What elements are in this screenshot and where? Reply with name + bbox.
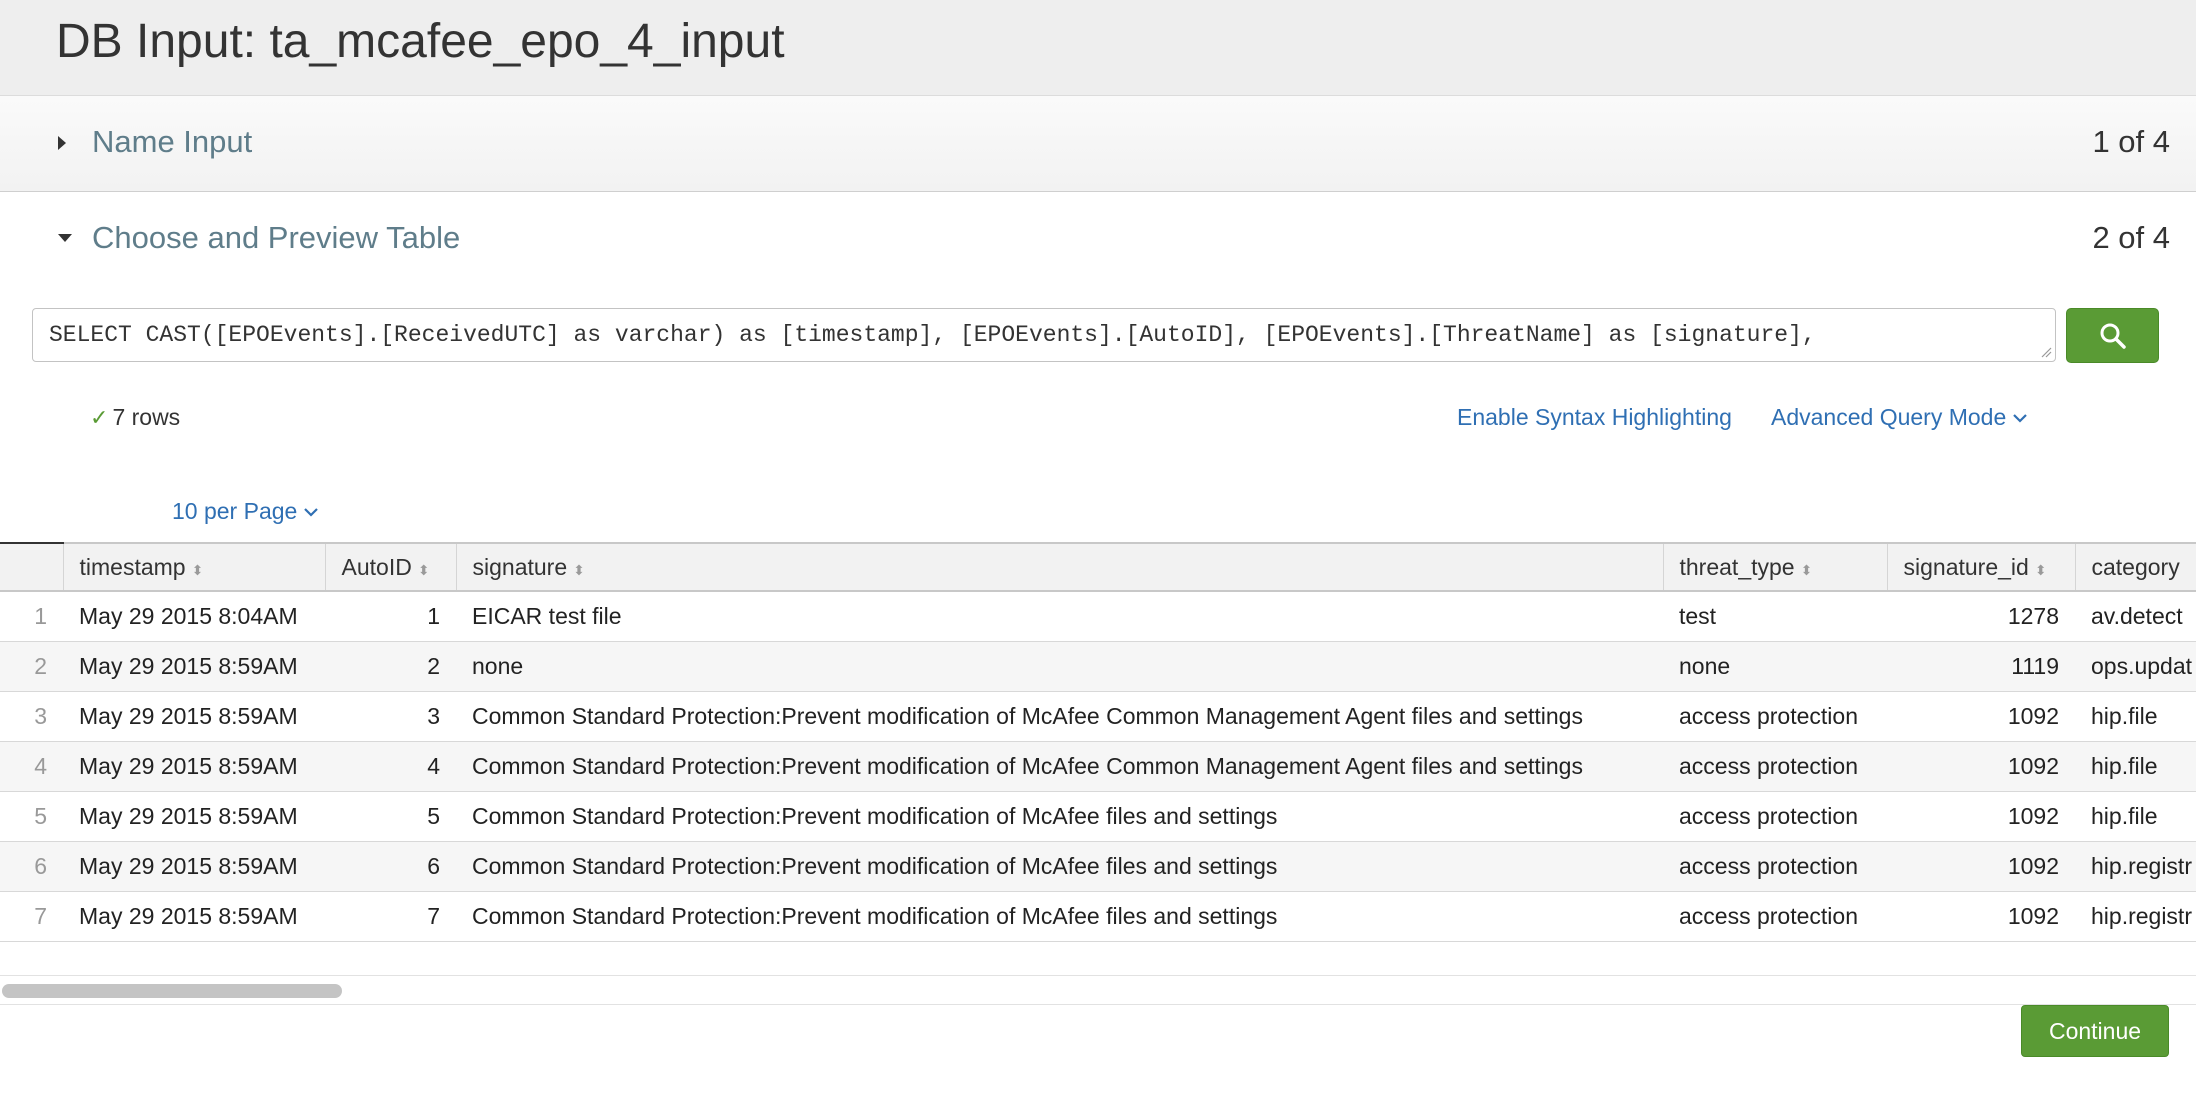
- row-number: 7: [0, 891, 63, 942]
- section-choose-preview-table[interactable]: Choose and Preview Table 2 of 4: [0, 192, 2196, 288]
- cell-signature: Common Standard Protection:Prevent modif…: [456, 891, 1663, 942]
- section-title[interactable]: Name Input: [92, 124, 252, 160]
- cell-threat-type: access protection: [1663, 691, 1887, 742]
- cell-threat-type: access protection: [1663, 791, 1887, 842]
- search-button[interactable]: [2066, 308, 2159, 363]
- horizontal-scrollbar[interactable]: [0, 975, 2196, 1005]
- caret-right-icon[interactable]: [58, 136, 66, 150]
- cell-signature: EICAR test file: [456, 591, 1663, 642]
- cell-threat-type: access protection: [1663, 891, 1887, 942]
- cell-signature-id: 1092: [1887, 791, 2075, 842]
- sort-icon: ⬍: [2034, 561, 2047, 578]
- row-number: 6: [0, 841, 63, 892]
- table-row: 7 May 29 2015 8:59AM 7 Common Standard P…: [0, 891, 2196, 942]
- cell-signature: Common Standard Protection:Prevent modif…: [456, 741, 1663, 792]
- continue-button[interactable]: Continue: [2021, 1005, 2169, 1057]
- row-number-header: [0, 542, 63, 592]
- column-header-signature[interactable]: signature ⬍: [455, 542, 1663, 592]
- cell-signature-id: 1092: [1887, 741, 2075, 792]
- cell-threat-type: test: [1663, 591, 1887, 642]
- cell-autoid: 2: [325, 641, 456, 692]
- section-title[interactable]: Choose and Preview Table: [92, 220, 460, 256]
- cell-threat-type: access protection: [1663, 841, 1887, 892]
- column-header-signature-id[interactable]: signature_id ⬍: [1886, 542, 2075, 592]
- row-number: 1: [0, 591, 63, 642]
- sort-icon: ⬍: [417, 561, 430, 578]
- table-row: 2 May 29 2015 8:59AM 2 none none 1119 op…: [0, 641, 2196, 692]
- cell-signature-id: 1092: [1887, 891, 2075, 942]
- cell-category: ops.updat: [2075, 641, 2196, 692]
- cell-autoid: 3: [325, 691, 456, 742]
- cell-autoid: 4: [325, 741, 456, 792]
- table-row: 4 May 29 2015 8:59AM 4 Common Standard P…: [0, 741, 2196, 792]
- cell-timestamp: May 29 2015 8:59AM: [63, 741, 325, 792]
- sql-query-text: SELECT CAST([EPOEvents].[ReceivedUTC] as…: [49, 322, 1816, 348]
- cell-signature: Common Standard Protection:Prevent modif…: [456, 691, 1663, 742]
- table-row: 1 May 29 2015 8:04AM 1 EICAR test file t…: [0, 591, 2196, 642]
- cell-category: av.detect: [2075, 591, 2196, 642]
- cell-category: hip.registr: [2075, 891, 2196, 942]
- cell-signature-id: 1119: [1887, 641, 2075, 692]
- column-header-autoid[interactable]: AutoID ⬍: [324, 542, 456, 592]
- cell-signature: Common Standard Protection:Prevent modif…: [456, 841, 1663, 892]
- advanced-query-mode-label: Advanced Query Mode: [1771, 404, 2007, 430]
- table-row: 6 May 29 2015 8:59AM 6 Common Standard P…: [0, 841, 2196, 892]
- cell-signature: Common Standard Protection:Prevent modif…: [456, 791, 1663, 842]
- row-count-status: ✓ 7 rows: [90, 404, 180, 431]
- page-title: DB Input: ta_mcafee_epo_4_input: [56, 15, 785, 68]
- cell-threat-type: none: [1663, 641, 1887, 692]
- enable-syntax-highlighting-link[interactable]: Enable Syntax Highlighting: [1457, 404, 1732, 431]
- sql-query-textarea[interactable]: SELECT CAST([EPOEvents].[ReceivedUTC] as…: [32, 308, 2056, 362]
- title-bar: DB Input: ta_mcafee_epo_4_input: [0, 0, 2196, 96]
- row-number: 4: [0, 741, 63, 792]
- row-number: 2: [0, 641, 63, 692]
- cell-timestamp: May 29 2015 8:59AM: [63, 841, 325, 892]
- cell-category: hip.registr: [2075, 841, 2196, 892]
- per-page-dropdown[interactable]: 10 per Page: [172, 498, 319, 525]
- preview-table-container[interactable]: timestamp ⬍ AutoID ⬍ signature ⬍ threat_typ…: [0, 542, 2196, 942]
- per-page-label: 10 per Page: [172, 498, 298, 524]
- cell-timestamp: May 29 2015 8:59AM: [63, 641, 325, 692]
- cell-autoid: 7: [325, 891, 456, 942]
- resize-grip-icon[interactable]: [2040, 346, 2052, 358]
- section-step: 1 of 4: [2092, 124, 2170, 159]
- preview-table: timestamp ⬍ AutoID ⬍ signature ⬍ threat_typ…: [0, 542, 2196, 942]
- cell-autoid: 5: [325, 791, 456, 842]
- column-header-threat-type[interactable]: threat_type ⬍: [1662, 542, 1887, 592]
- cell-timestamp: May 29 2015 8:59AM: [63, 791, 325, 842]
- row-number: 5: [0, 791, 63, 842]
- cell-category: hip.file: [2075, 791, 2196, 842]
- chevron-down-icon: [304, 507, 319, 517]
- cell-signature-id: 1092: [1887, 841, 2075, 892]
- cell-autoid: 6: [325, 841, 456, 892]
- sort-icon: ⬍: [1800, 561, 1813, 578]
- scrollbar-thumb[interactable]: [2, 984, 342, 998]
- advanced-query-mode-link[interactable]: Advanced Query Mode: [1771, 404, 2028, 431]
- cell-signature-id: 1092: [1887, 691, 2075, 742]
- cell-signature-id: 1278: [1887, 591, 2075, 642]
- section-name-input[interactable]: Name Input 1 of 4: [0, 96, 2196, 192]
- column-header-timestamp[interactable]: timestamp ⬍: [62, 542, 325, 592]
- cell-autoid: 1: [325, 591, 456, 642]
- caret-down-icon[interactable]: [58, 234, 72, 242]
- sort-icon: ⬍: [573, 561, 585, 578]
- table-header-row: timestamp ⬍ AutoID ⬍ signature ⬍ threat_typ…: [0, 542, 2196, 592]
- section-step: 2 of 4: [2092, 220, 2170, 255]
- column-header-category[interactable]: category: [2074, 542, 2196, 592]
- row-count-label: 7 rows: [112, 404, 181, 430]
- cell-signature: none: [456, 641, 1663, 692]
- table-row: 5 May 29 2015 8:59AM 5 Common Standard P…: [0, 791, 2196, 842]
- check-icon: ✓: [90, 404, 109, 430]
- cell-timestamp: May 29 2015 8:59AM: [63, 891, 325, 942]
- chevron-down-icon: [2013, 413, 2028, 423]
- cell-category: hip.file: [2075, 691, 2196, 742]
- cell-category: hip.file: [2075, 741, 2196, 792]
- table-row: 3 May 29 2015 8:59AM 3 Common Standard P…: [0, 691, 2196, 742]
- cell-timestamp: May 29 2015 8:59AM: [63, 691, 325, 742]
- cell-timestamp: May 29 2015 8:04AM: [63, 591, 325, 642]
- row-number: 3: [0, 691, 63, 742]
- search-icon: [2100, 323, 2126, 349]
- cell-threat-type: access protection: [1663, 741, 1887, 792]
- sort-icon: ⬍: [191, 561, 204, 578]
